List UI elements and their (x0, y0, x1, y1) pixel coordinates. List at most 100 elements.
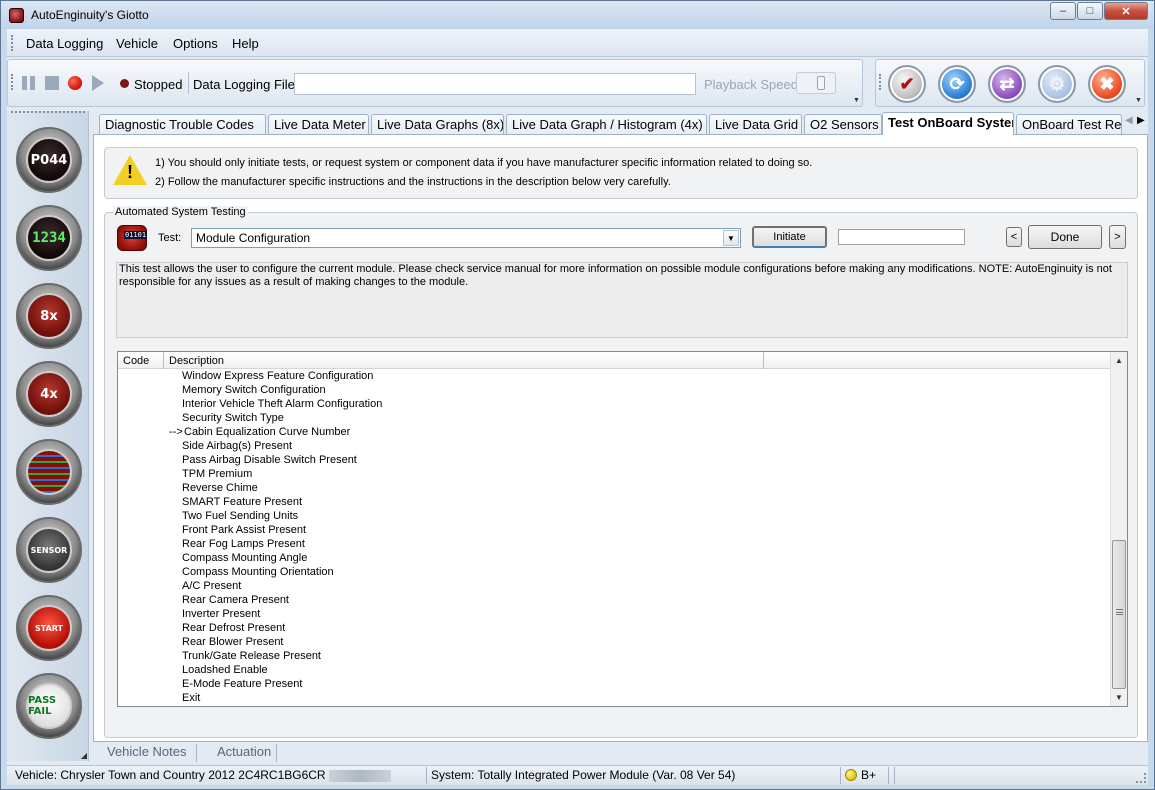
test-select[interactable]: Module Configuration ▼ (191, 228, 741, 248)
tab-onboard-test-results[interactable]: OnBoard Test Re (1016, 114, 1122, 134)
sidebar-graph-8x-button[interactable]: 8x (16, 283, 82, 349)
table-row[interactable]: Reverse Chime (118, 481, 1110, 495)
scroll-down-icon[interactable]: ▼ (1111, 689, 1127, 706)
tab-diagnostic-trouble-codes[interactable]: Diagnostic Trouble Codes (99, 114, 266, 134)
refresh-icon[interactable]: ⟳ (938, 65, 976, 103)
table-row[interactable]: Security Switch Type (118, 411, 1110, 425)
table-scrollbar[interactable]: ▲ ▼ (1110, 352, 1127, 706)
table-row[interactable]: Side Airbag(s) Present (118, 439, 1110, 453)
column-header-code[interactable]: Code (118, 352, 164, 369)
status-bar: Vehicle: Chrysler Town and Country 2012 … (7, 765, 1148, 785)
wrench-icon[interactable]: ⚙ (1038, 65, 1076, 103)
row-description: Loadshed Enable (182, 664, 268, 676)
stop-icon[interactable] (45, 76, 59, 90)
table-row[interactable]: Pass Airbag Disable Switch Present (118, 453, 1110, 467)
tab-scroll-left-icon[interactable]: ◀ (1125, 115, 1133, 126)
tab-o2-sensors[interactable]: O2 Sensors (804, 114, 882, 134)
scroll-up-icon[interactable]: ▲ (1111, 352, 1127, 369)
sidebar-resize-icon[interactable]: ◢ (81, 751, 87, 760)
pause-icon[interactable] (22, 76, 36, 90)
table-row[interactable]: Rear Blower Present (118, 635, 1110, 649)
table-row[interactable]: Exit (118, 691, 1110, 705)
table-row[interactable]: Loadshed Enable (118, 663, 1110, 677)
maximize-button[interactable]: □ (1077, 2, 1103, 20)
column-header-description[interactable]: Description (164, 352, 764, 369)
table-row[interactable]: SMART Feature Present (118, 495, 1110, 509)
logging-status: Stopped (134, 77, 183, 92)
menu-help[interactable]: Help (232, 36, 259, 51)
sidebar-actuation-button[interactable]: START (16, 595, 82, 661)
data-logging-file-field[interactable] (294, 73, 696, 95)
toolbar-grip[interactable] (11, 74, 15, 90)
scroll-thumb[interactable] (1112, 540, 1126, 689)
table-row[interactable]: Inverter Present (118, 607, 1110, 621)
sidebar-grip[interactable] (11, 111, 85, 115)
sidebar-meter-button[interactable]: 1234 (16, 205, 82, 271)
status-vehicle-text: Vehicle: Chrysler Town and Country 2012 … (15, 768, 326, 782)
sidebar-dtc-button[interactable]: P044 (16, 127, 82, 193)
previous-button[interactable]: < (1006, 227, 1022, 247)
done-button[interactable]: Done (1028, 225, 1102, 249)
results-table[interactable]: Code Description Window Express Feature … (117, 351, 1128, 707)
cycle-icon[interactable]: ⇄ (988, 65, 1026, 103)
table-row[interactable]: Memory Switch Configuration (118, 383, 1110, 397)
sidebar-graph-4x-button[interactable]: 4x (16, 361, 82, 427)
table-row[interactable]: Two Fuel Sending Units (118, 509, 1110, 523)
next-button[interactable]: > (1109, 225, 1126, 249)
row-description: Window Express Feature Configuration (182, 370, 374, 382)
table-row[interactable]: Window Express Feature Configuration (118, 369, 1110, 383)
toolbar-grip[interactable] (879, 74, 883, 90)
tab-live-data-graphs-8x[interactable]: Live Data Graphs (8x) (371, 114, 504, 134)
play-icon[interactable] (92, 75, 104, 91)
minimize-button[interactable]: – (1050, 2, 1076, 20)
table-row[interactable]: E-Mode Feature Present (118, 677, 1110, 691)
table-row[interactable]: Front Park Assist Present (118, 523, 1110, 537)
table-row[interactable]: Rear Defrost Present (118, 621, 1110, 635)
table-row[interactable]: Rear Camera Present (118, 593, 1110, 607)
row-description: Side Airbag(s) Present (182, 440, 293, 452)
table-row[interactable]: Rear Fog Lamps Present (118, 537, 1110, 551)
chevron-down-icon[interactable]: ▼ (723, 230, 739, 246)
table-row[interactable]: Compass Mounting Angle (118, 551, 1110, 565)
initiate-button[interactable]: Initiate (752, 226, 827, 248)
tab-actuation[interactable]: Actuation (211, 744, 277, 759)
toolbar-overflow-icon[interactable]: ▼ (1134, 96, 1143, 105)
record-icon[interactable] (68, 76, 82, 90)
slider-thumb[interactable] (817, 76, 825, 90)
check-clipboard-icon[interactable]: ✔ (888, 65, 926, 103)
menu-options[interactable]: Options (173, 36, 218, 51)
table-row[interactable]: A/C Present (118, 579, 1110, 593)
sidebar-grid-button[interactable] (16, 439, 82, 505)
test-status-field[interactable] (838, 229, 965, 245)
bottom-tab-strip: Vehicle Notes Actuation (93, 742, 1148, 764)
table-row[interactable]: --> Cabin Equalization Curve Number (118, 425, 1110, 439)
tab-live-data-meter[interactable]: Live Data Meter (268, 114, 369, 134)
sidebar-test-button[interactable]: PASS FAIL (16, 673, 82, 739)
app-icon[interactable] (9, 8, 24, 23)
tab-test-onboard-system[interactable]: Test OnBoard System (882, 112, 1014, 135)
tab-scroll-right-icon[interactable]: ▶ (1137, 115, 1145, 126)
table-row[interactable]: Interior Vehicle Theft Alarm Configurati… (118, 397, 1110, 411)
row-description: Compass Mounting Angle (182, 552, 308, 564)
row-description: Compass Mounting Orientation (182, 566, 334, 578)
table-row[interactable]: TPM Premium (118, 467, 1110, 481)
tab-vehicle-notes[interactable]: Vehicle Notes (101, 744, 193, 759)
status-system: System: Totally Integrated Power Module … (427, 767, 841, 784)
resize-grip-icon[interactable] (1136, 773, 1146, 783)
sidebar-o2-button[interactable]: SENSOR (16, 517, 82, 583)
column-header-value[interactable] (764, 352, 1127, 369)
table-row[interactable]: Compass Mounting Orientation (118, 565, 1110, 579)
menu-grip[interactable] (11, 35, 15, 51)
power-icon[interactable]: ✖ (1088, 65, 1126, 103)
graph-4x-icon: 4x (26, 371, 72, 417)
toolbar-overflow-icon[interactable]: ▼ (852, 96, 861, 105)
menu-vehicle[interactable]: Vehicle (116, 36, 158, 51)
tab-live-data-grid[interactable]: Live Data Grid (709, 114, 802, 134)
status-dot-icon (120, 79, 129, 88)
close-button[interactable]: ✕ (1104, 2, 1148, 20)
tab-live-data-graph-histogram-4x[interactable]: Live Data Graph / Histogram (4x) (506, 114, 707, 134)
menu-data-logging[interactable]: Data Logging (26, 36, 103, 51)
playback-speed-slider[interactable] (796, 72, 836, 94)
bottom-tab-separator (196, 744, 197, 762)
table-row[interactable]: Trunk/Gate Release Present (118, 649, 1110, 663)
